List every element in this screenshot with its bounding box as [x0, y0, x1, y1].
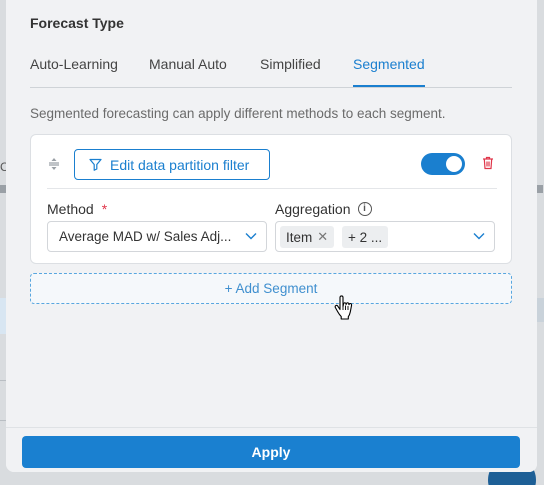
tab-auto-learning[interactable]: Auto-Learning [30, 56, 118, 87]
background-row-right [537, 298, 544, 322]
remove-tag-icon[interactable]: ✕ [317, 229, 328, 245]
edit-partition-filter-button[interactable]: Edit data partition filter [74, 149, 270, 180]
apply-button[interactable]: Apply [22, 436, 520, 468]
background-strip-right [537, 185, 543, 193]
add-segment-button[interactable]: + Add Segment [30, 273, 512, 304]
card-divider [47, 188, 497, 189]
method-label-text: Method [47, 201, 94, 217]
info-icon[interactable]: i [357, 202, 372, 216]
aggregation-label-text: Aggregation [275, 201, 351, 217]
drag-handle-icon[interactable] [48, 157, 60, 174]
chevron-down-icon [473, 233, 485, 240]
chevron-down-icon [245, 233, 257, 240]
tag-label: Item [286, 229, 313, 245]
aggregation-select[interactable]: Item ✕ + 2 ... [275, 221, 495, 252]
forecast-type-tabs: Auto-Learning Manual Auto Simplified Seg… [30, 56, 512, 88]
tab-manual-auto[interactable]: Manual Auto [149, 56, 227, 87]
tab-segmented[interactable]: Segmented [353, 56, 425, 87]
panel-title: Forecast Type [30, 15, 124, 31]
required-marker: * [101, 201, 108, 217]
forecast-type-panel: Forecast Type Auto-Learning Manual Auto … [6, 0, 537, 472]
delete-segment-icon[interactable] [482, 156, 494, 175]
segmented-description: Segmented forecasting can apply differen… [30, 106, 446, 121]
method-value: Average MAD w/ Sales Adj... [59, 229, 232, 244]
method-select[interactable]: Average MAD w/ Sales Adj... [47, 221, 267, 252]
tag-more-label: + 2 ... [348, 229, 383, 245]
aggregation-tag-item: Item ✕ [280, 226, 335, 248]
toggle-knob [446, 156, 462, 172]
hand-cursor-icon [334, 295, 354, 328]
filter-button-label: Edit data partition filter [110, 156, 250, 173]
segment-enabled-toggle[interactable] [421, 153, 465, 175]
segment-card: Edit data partition filter Method * Avera… [30, 134, 512, 264]
method-label: Method * [47, 201, 107, 217]
aggregation-label: Aggregation i [275, 201, 372, 217]
tab-simplified[interactable]: Simplified [260, 56, 321, 87]
aggregation-tag-more: + 2 ... [342, 226, 389, 248]
filter-icon [89, 158, 102, 171]
panel-footer: Apply [6, 427, 537, 472]
